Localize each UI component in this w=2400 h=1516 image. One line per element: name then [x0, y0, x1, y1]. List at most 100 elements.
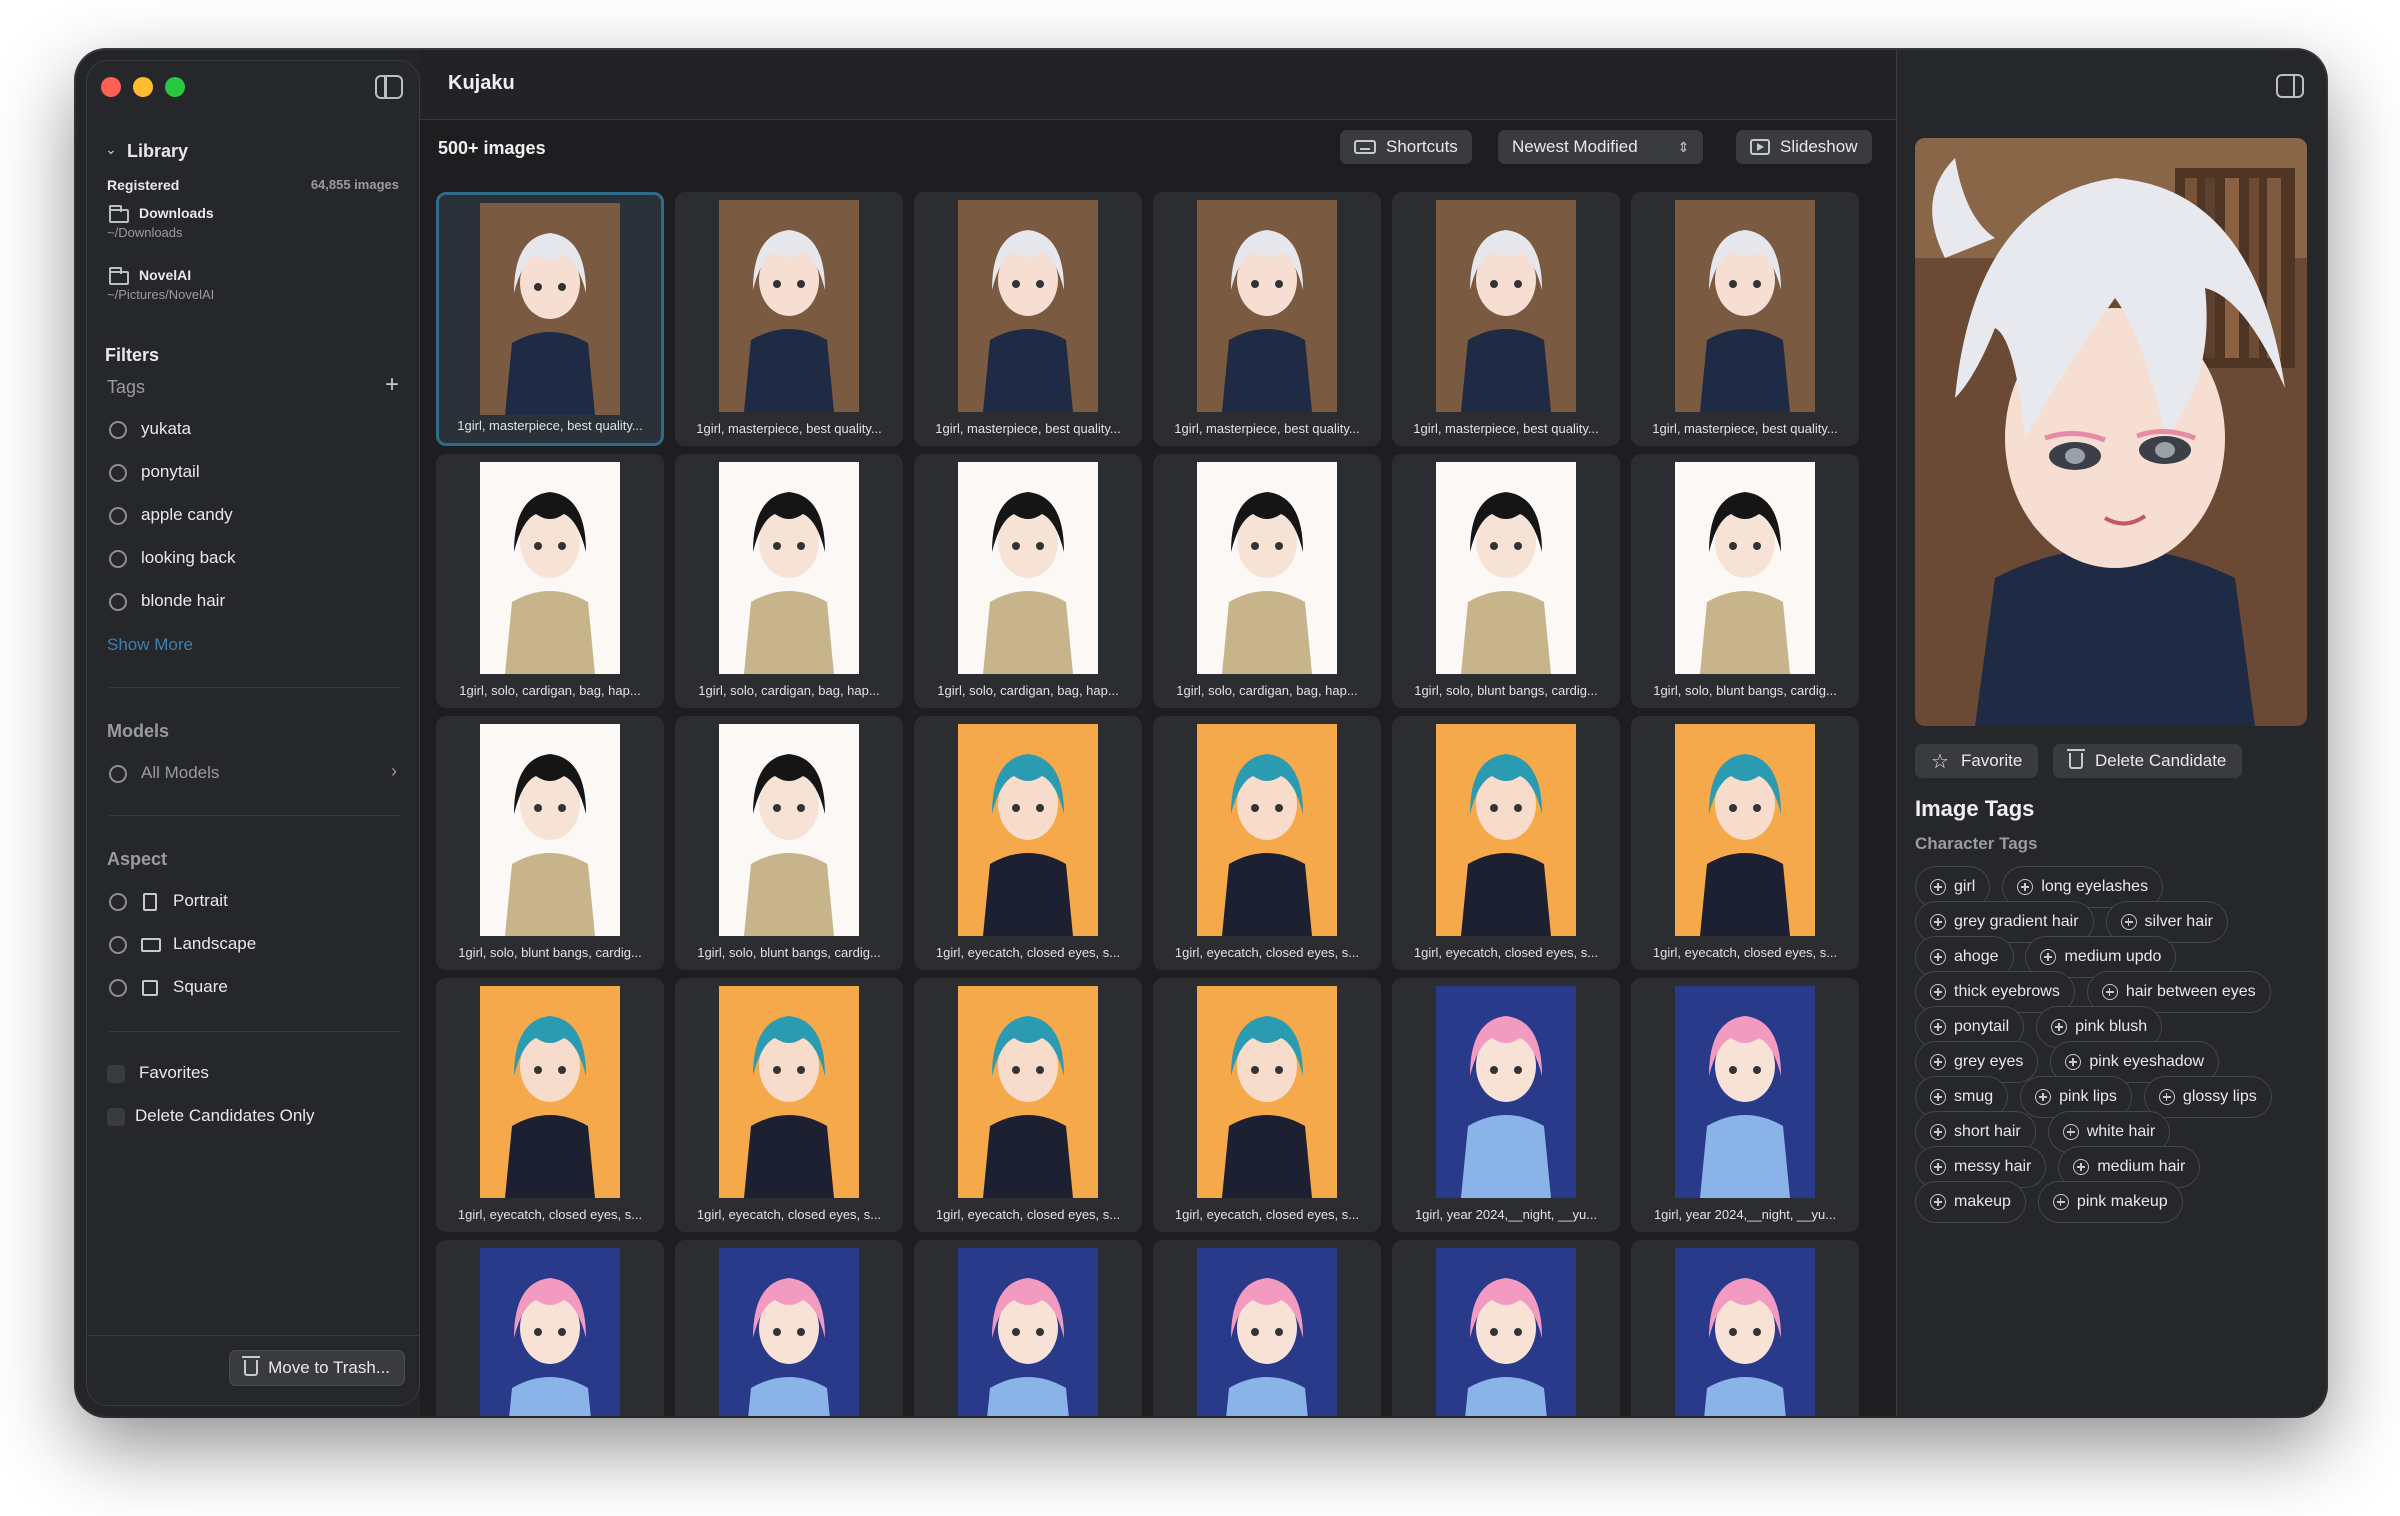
tag-label: smug: [1954, 1088, 1994, 1105]
thumbnail-caption: 1girl, solo, blunt bangs, cardig...: [697, 945, 881, 960]
thumbnail-image: [958, 986, 1098, 1198]
slideshow-button[interactable]: Slideshow: [1736, 130, 1872, 164]
character-tag-chip[interactable]: pink makeup: [2037, 1181, 2183, 1223]
add-circle-icon: [2052, 1194, 2069, 1210]
thumbnail-caption: 1girl, masterpiece, best quality...: [1174, 421, 1360, 436]
zoom-window-button[interactable]: [165, 77, 185, 97]
registered-count: 64,855 images: [310, 177, 399, 192]
image-thumbnail-cell[interactable]: 1girl, eyecatch, closed eyes, s...: [675, 978, 903, 1232]
thumbnail-image: [1675, 724, 1815, 936]
image-thumbnail-cell[interactable]: 1girl, solo, cardigan, bag, hap...: [1153, 454, 1381, 708]
image-thumbnail-cell[interactable]: [436, 1240, 664, 1416]
thumbnail-image: [1436, 724, 1576, 936]
tag-filter-label: blonde hair: [141, 591, 226, 610]
thumbnail-image: [480, 724, 620, 936]
thumbnail-caption: 1girl, year 2024,__night, __yu...: [1414, 1207, 1598, 1222]
image-thumbnail-cell[interactable]: 1girl, masterpiece, best quality...: [1392, 192, 1620, 446]
add-tag-icon[interactable]: +: [385, 371, 399, 399]
thumbnail-image: [480, 1248, 620, 1416]
image-count: 500+ images: [438, 138, 546, 158]
tag-filter-label: apple candy: [141, 505, 233, 524]
thumbnail-image: [1436, 200, 1576, 412]
image-thumbnail-cell[interactable]: 1girl, eyecatch, closed eyes, s...: [1153, 978, 1381, 1232]
close-window-button[interactable]: [101, 77, 121, 97]
image-preview[interactable]: [1915, 138, 2307, 726]
library-heading[interactable]: Library: [127, 141, 188, 162]
image-thumbnail-cell[interactable]: 1girl, solo, cardigan, bag, hap...: [436, 454, 664, 708]
aspect-heading: Aspect: [107, 849, 168, 869]
radio-icon: [109, 550, 127, 568]
sort-select[interactable]: Newest Modified ⇕: [1498, 130, 1704, 164]
image-thumbnail-cell[interactable]: 1girl, masterpiece, best quality...: [436, 192, 664, 446]
minimize-window-button[interactable]: [133, 77, 153, 97]
image-thumbnail-cell[interactable]: 1girl, solo, blunt bangs, cardig...: [436, 716, 664, 970]
tag-filter-label: yukata: [141, 419, 192, 438]
image-thumbnail-cell[interactable]: 1girl, solo, blunt bangs, cardig...: [1631, 454, 1859, 708]
image-thumbnail-cell[interactable]: 1girl, solo, blunt bangs, cardig...: [675, 716, 903, 970]
add-circle-icon: [2035, 1089, 2052, 1105]
image-thumbnail-cell[interactable]: 1girl, eyecatch, closed eyes, s...: [1153, 716, 1381, 970]
sidebar-toggle-icon[interactable]: [375, 75, 403, 99]
character-tag-chip[interactable]: glossy lips: [2143, 1076, 2272, 1118]
portrait-icon: [143, 893, 157, 911]
move-to-trash-button[interactable]: Move to Trash...: [229, 1350, 405, 1386]
show-more-link[interactable]: Show More: [107, 635, 193, 655]
thumbnail-caption: 1girl, solo, cardigan, bag, hap...: [459, 683, 641, 698]
tag-label: long eyelashes: [2041, 878, 2149, 895]
checkbox-icon: [107, 1065, 125, 1083]
folder-path: ~/Downloads: [107, 225, 183, 240]
image-thumbnail-cell[interactable]: [1153, 1240, 1381, 1416]
thumbnail-caption: 1girl, solo, cardigan, bag, hap...: [1176, 683, 1358, 698]
add-circle-icon: [1930, 984, 1946, 1000]
keyboard-icon: [1354, 140, 1376, 154]
delete-candidate-button[interactable]: Delete Candidate: [2053, 744, 2243, 778]
thumbnail-caption: 1girl, solo, blunt bangs, cardig...: [1414, 683, 1598, 698]
image-thumbnail-cell[interactable]: 1girl, solo, cardigan, bag, hap...: [675, 454, 903, 708]
image-thumbnail-cell[interactable]: 1girl, year 2024,__night, __yu...: [1631, 978, 1859, 1232]
radio-icon: [109, 893, 127, 911]
thumbnail-caption: 1girl, solo, cardigan, bag, hap...: [937, 683, 1119, 698]
chevron-down-icon[interactable]: ⌄: [105, 141, 117, 158]
thumbnail-caption: 1girl, eyecatch, closed eyes, s...: [1413, 945, 1599, 960]
image-thumbnail-cell[interactable]: [1631, 1240, 1859, 1416]
favorite-button[interactable]: ☆ Favorite: [1915, 744, 2039, 778]
image-thumbnail-cell[interactable]: 1girl, solo, cardigan, bag, hap...: [914, 454, 1142, 708]
thumbnail-caption: 1girl, eyecatch, closed eyes, s...: [696, 1207, 882, 1222]
character-tag-chip[interactable]: makeup: [1915, 1181, 2026, 1223]
image-thumbnail-cell[interactable]: [914, 1240, 1142, 1416]
inspector-toggle-icon[interactable]: [2276, 74, 2304, 98]
thumbnail-caption: 1girl, eyecatch, closed eyes, s...: [935, 945, 1121, 960]
add-circle-icon: [2101, 984, 2118, 1000]
image-thumbnail-cell[interactable]: [675, 1240, 903, 1416]
thumbnail-caption: 1girl, eyecatch, closed eyes, s...: [1652, 945, 1838, 960]
image-thumbnail-cell[interactable]: 1girl, eyecatch, closed eyes, s...: [914, 716, 1142, 970]
tag-label: grey eyes: [1954, 1053, 2024, 1070]
image-thumbnail-cell[interactable]: 1girl, masterpiece, best quality...: [914, 192, 1142, 446]
add-circle-icon: [2017, 879, 2034, 895]
radio-icon: [109, 421, 127, 439]
tag-label: medium updo: [2064, 948, 2162, 965]
image-thumbnail-cell[interactable]: [1392, 1240, 1620, 1416]
add-circle-icon: [1930, 1159, 1946, 1175]
image-thumbnail-cell[interactable]: 1girl, masterpiece, best quality...: [1153, 192, 1381, 446]
thumbnail-image: [1675, 986, 1815, 1198]
aspect-label: Landscape: [173, 934, 257, 953]
tag-label: ahoge: [1954, 948, 1999, 965]
image-thumbnail-cell[interactable]: 1girl, eyecatch, closed eyes, s...: [436, 978, 664, 1232]
image-thumbnail-cell[interactable]: 1girl, eyecatch, closed eyes, s...: [914, 978, 1142, 1232]
shortcuts-button[interactable]: Shortcuts: [1340, 130, 1472, 164]
square-icon: [142, 980, 158, 996]
image-thumbnail-cell[interactable]: 1girl, masterpiece, best quality...: [675, 192, 903, 446]
thumbnail-image: [958, 1248, 1098, 1416]
thumbnail-caption: 1girl, eyecatch, closed eyes, s...: [1174, 945, 1360, 960]
slideshow-label: Slideshow: [1780, 137, 1858, 156]
image-thumbnail-cell[interactable]: 1girl, solo, blunt bangs, cardig...: [1392, 454, 1620, 708]
thumbnail-image: [1197, 986, 1337, 1198]
thumbnail-image: [719, 200, 859, 412]
image-thumbnail-cell[interactable]: 1girl, eyecatch, closed eyes, s...: [1631, 716, 1859, 970]
tags-heading: Tags: [107, 377, 146, 397]
image-thumbnail-cell[interactable]: 1girl, eyecatch, closed eyes, s...: [1392, 716, 1620, 970]
image-thumbnail-cell[interactable]: 1girl, year 2024,__night, __yu...: [1392, 978, 1620, 1232]
image-thumbnail-cell[interactable]: 1girl, masterpiece, best quality...: [1631, 192, 1859, 446]
tag-label: white hair: [2086, 1123, 2156, 1140]
